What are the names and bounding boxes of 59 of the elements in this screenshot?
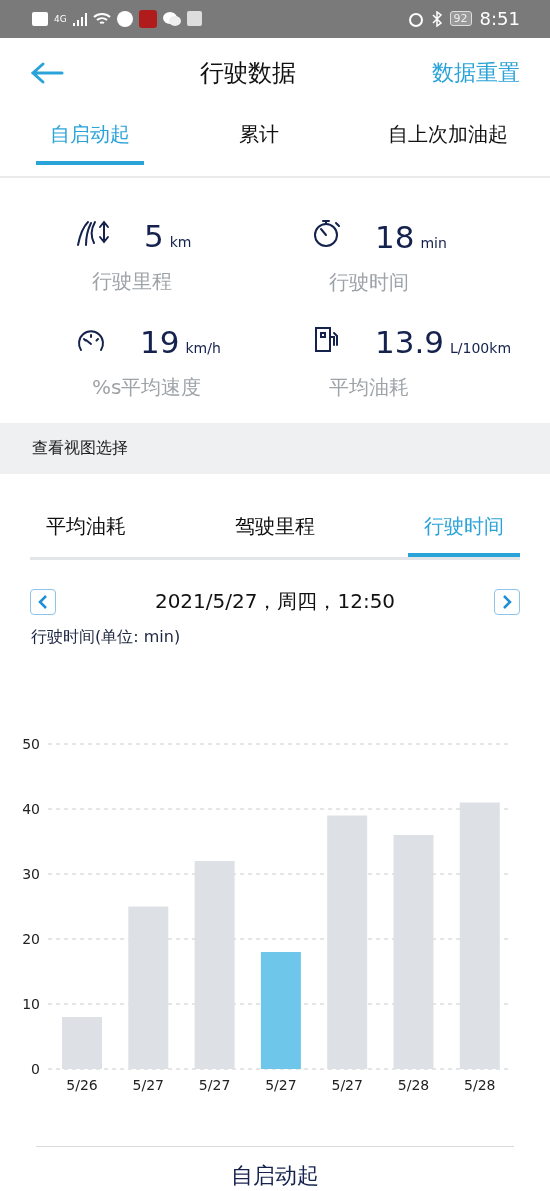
axis-label: 30 [22, 866, 40, 882]
clock-time: 8:51 [479, 8, 520, 30]
page-title: 行驶数据 [200, 58, 296, 89]
stat-label: 行驶时间 [328, 268, 410, 296]
bar[interactable] [327, 815, 368, 1069]
app-icon [138, 9, 157, 28]
axis-label: 5/27 [331, 1077, 363, 1093]
axis-label: 5/28 [397, 1077, 430, 1093]
stat-value: 18 [375, 218, 415, 255]
axis-label: 5/28 [464, 1077, 496, 1093]
bluetooth-icon [431, 10, 442, 27]
chart-tab[interactable]: 平均油耗 [30, 499, 142, 557]
chat-icon [162, 10, 181, 27]
chevron-right-icon [502, 594, 512, 609]
chevron-left-icon [38, 594, 48, 609]
stat-label: 行驶里程 [91, 267, 173, 295]
stat-unit: km [169, 233, 192, 250]
stat-unit: L/100km [450, 339, 511, 356]
date-label: 2021/5/27，周四，12:50 [154, 588, 396, 615]
stat-value: 13.9 [375, 323, 445, 360]
axis-label: 5/27 [265, 1077, 297, 1093]
stopwatch-icon [313, 217, 341, 248]
stat-unit: min [420, 234, 447, 251]
app-icon [116, 10, 133, 27]
section-title: 查看视图选择 [32, 437, 128, 459]
stat-unit: km/h [185, 339, 221, 356]
axis-label: 50 [22, 736, 40, 752]
axis-label: 40 [22, 801, 40, 817]
bar[interactable] [260, 952, 301, 1069]
app-icon [186, 11, 202, 27]
stat-label: %s平均速度 [91, 373, 203, 401]
axis-label: 20 [22, 931, 40, 947]
back-button[interactable] [30, 61, 64, 85]
bar[interactable] [459, 802, 500, 1069]
previous-button[interactable] [30, 588, 56, 615]
stat-value: 19 [140, 323, 180, 360]
axis-label: 0 [31, 1061, 40, 1077]
tab[interactable]: 自上次加油起 [374, 108, 522, 165]
axis-label: 5/27 [132, 1077, 165, 1093]
network-type: 4G [54, 13, 67, 24]
axis-label: 5/27 [198, 1077, 231, 1093]
axis-label: 5/26 [66, 1077, 98, 1093]
battery-level: 92 [449, 11, 472, 27]
bar[interactable] [194, 861, 235, 1069]
tab[interactable]: 累计 [225, 108, 293, 165]
chart-unit-label: 行驶时间(单位: min) [31, 627, 182, 648]
road-icon [76, 218, 110, 247]
bar[interactable] [393, 835, 434, 1069]
wifi-icon [92, 11, 111, 26]
chart-tab[interactable]: 驾驶里程 [219, 499, 331, 557]
bar[interactable] [62, 1017, 102, 1069]
axis-label: 10 [22, 996, 40, 1012]
next-button[interactable] [494, 588, 520, 615]
bar[interactable] [128, 906, 169, 1069]
stat-label: 平均油耗 [328, 373, 410, 401]
footer-label: 自启动起 [231, 1162, 319, 1190]
fuel-pump-icon [313, 324, 341, 353]
signal-icon [72, 11, 87, 26]
stat-value: 5 [144, 217, 164, 254]
